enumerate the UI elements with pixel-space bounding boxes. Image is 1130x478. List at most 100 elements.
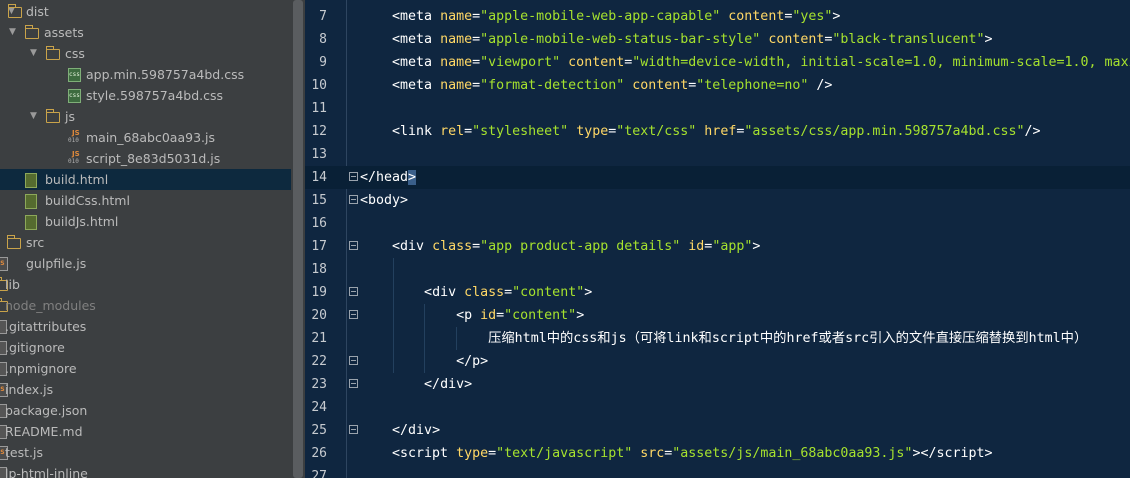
html-file-icon [25, 173, 37, 188]
code-token: "black-translucent" [832, 32, 985, 47]
code-token: > [584, 285, 593, 300]
tree-item-script-8e83d5031d-js[interactable]: JS 010 script_8e83d5031d.js [0, 148, 291, 169]
code-token: id [680, 239, 705, 254]
code-token: meta [400, 55, 433, 70]
expand-arrow-icon[interactable]: ▼ [30, 106, 40, 127]
tree-scrollbar-thumb[interactable] [293, 0, 303, 478]
code-line[interactable]: 17 <div class="app product-app details" … [305, 235, 1130, 258]
code-token: type [448, 446, 489, 461]
code-token: > [984, 446, 993, 461]
code-token: = [496, 308, 505, 323]
tree-item-label: src [26, 235, 45, 250]
tree-item-src[interactable]: src [0, 232, 291, 253]
code-token: /> [808, 78, 833, 93]
tree-item-package-json[interactable]: package.json [0, 400, 291, 421]
code-line[interactable]: 21 压缩html中的css和js（可将link和script中的href或者s… [305, 327, 1130, 350]
tree-item-js[interactable]: ▼ js [0, 106, 291, 127]
tree-item-readme-md[interactable]: README.md [0, 421, 291, 442]
code-line[interactable]: 10 <meta name="format-detection" content… [305, 74, 1130, 97]
code-token: "content" [512, 285, 585, 300]
code-line[interactable]: 7 <meta name="apple-mobile-web-app-capab… [305, 5, 1130, 28]
tree-item-test-js[interactable]: test.js [0, 442, 291, 463]
code-token: > [400, 193, 409, 208]
tree-item-label: buildCss.html [45, 193, 130, 208]
tree-item-label: css [65, 46, 85, 61]
code-token: < [360, 285, 433, 300]
tree-item-style-598757a4bd-css[interactable]: style.598757a4bd.css [0, 85, 291, 106]
code-token: = [488, 446, 497, 461]
tree-item-label: style.598757a4bd.css [86, 88, 224, 103]
tree-item-assets[interactable]: ▼ assets [0, 22, 291, 43]
expand-arrow-icon[interactable]: ▼ [9, 22, 19, 43]
tree-item-gulpfile-js[interactable]: gulpfile.js [0, 253, 291, 274]
code-line[interactable]: 27 [305, 465, 1130, 478]
fold-marker-icon[interactable] [349, 310, 358, 319]
code-line[interactable]: 24 [305, 396, 1130, 419]
code-line[interactable]: 15 <body> [305, 189, 1130, 212]
tree-item-dist[interactable]: ▼ dist [0, 1, 291, 22]
code-token: name [432, 32, 473, 47]
code-line[interactable]: 23 </div> [305, 373, 1130, 396]
tree-item-npmignore[interactable]: .npmignore [0, 358, 291, 379]
code-text: <script type="text/javascript" src="asse… [360, 442, 993, 465]
tree-item-label: gulpfile.js [26, 256, 87, 271]
line-number: 20 [311, 308, 327, 323]
code-token: > [984, 32, 993, 47]
code-line[interactable]: 22 </p> [305, 350, 1130, 373]
code-line[interactable]: 25 </div> [305, 419, 1130, 442]
tree-item-lib[interactable]: lib [0, 274, 291, 295]
line-number: 14 [311, 170, 327, 185]
fold-marker-icon[interactable] [349, 241, 358, 250]
tree-item-app-min-598757a4bd-css[interactable]: app.min.598757a4bd.css [0, 64, 291, 85]
fold-marker-icon[interactable] [349, 356, 358, 365]
fold-marker-icon[interactable] [349, 379, 358, 388]
code-text: <meta name="viewport" content="width=dev… [360, 51, 1130, 74]
tree-item-buildjs-html[interactable]: buildJs.html [0, 211, 291, 232]
fold-marker-icon[interactable] [349, 425, 358, 434]
code-line[interactable]: 8 <meta name="apple-mobile-web-status-ba… [305, 28, 1130, 51]
code-token: div [440, 377, 465, 392]
code-token: name [432, 55, 473, 70]
fold-marker-icon[interactable] [349, 287, 358, 296]
line-number: 15 [311, 193, 327, 208]
tree-item-node-modules[interactable]: node_modules [0, 295, 291, 316]
code-text: <link rel="stylesheet" type="text/css" h… [360, 120, 1041, 143]
tree-item-label: package.json [5, 403, 88, 418]
code-token: = [472, 55, 481, 70]
code-token: > [408, 170, 417, 185]
tree-scrollbar[interactable] [291, 0, 305, 478]
code-line[interactable]: 12 <link rel="stylesheet" type="text/css… [305, 120, 1130, 143]
folder-icon [7, 235, 21, 249]
code-line[interactable]: 11 [305, 97, 1130, 120]
tree-item-gitignore[interactable]: .gitignore [0, 337, 291, 358]
code-line[interactable]: 26 <script type="text/javascript" src="a… [305, 442, 1130, 465]
code-token: "text/css" [616, 124, 697, 139]
folder-icon [8, 4, 22, 18]
tree-item-lp-html-inline[interactable]: lp-html-inline [0, 463, 291, 478]
tree-item-label: js [65, 109, 75, 124]
tree-item-buildcss-html[interactable]: buildCss.html [0, 190, 291, 211]
code-line[interactable]: 20 <p id="content"> [305, 304, 1130, 327]
tree-item-label: main_68abc0aa93.js [86, 130, 215, 145]
tree-item-index-js[interactable]: index.js [0, 379, 291, 400]
fold-marker-icon[interactable] [349, 195, 358, 204]
code-line[interactable]: 18 [305, 258, 1130, 281]
code-editor[interactable]: 7 <meta name="apple-mobile-web-app-capab… [305, 0, 1130, 478]
code-line[interactable]: 16 [305, 212, 1130, 235]
code-line[interactable]: 9 <meta name="viewport" content="width=d… [305, 51, 1130, 74]
code-text: <div class="app product-app details" id=… [360, 235, 760, 258]
code-text: <meta name="apple-mobile-web-app-capable… [360, 5, 840, 28]
code-text: <meta name="format-detection" content="t… [360, 74, 832, 97]
tree-item-build-html[interactable]: build.html [0, 169, 291, 190]
code-token: meta [400, 9, 433, 24]
tree-item-css[interactable]: ▼ css [0, 43, 291, 64]
expand-arrow-icon[interactable]: ▼ [30, 43, 40, 64]
tree-item-gitattributes[interactable]: .gitattributes [0, 316, 291, 337]
tree-item-main-68abc0aa93-js[interactable]: JS 010 main_68abc0aa93.js [0, 127, 291, 148]
code-token: "assets/css/app.min.598757a4bd.css" [744, 124, 1025, 139]
code-line[interactable]: 14 </head> [305, 166, 1130, 189]
code-line[interactable]: 13 [305, 143, 1130, 166]
line-number: 22 [311, 354, 327, 369]
code-line[interactable]: 19 <div class="content"> [305, 281, 1130, 304]
fold-marker-icon[interactable] [349, 172, 358, 181]
